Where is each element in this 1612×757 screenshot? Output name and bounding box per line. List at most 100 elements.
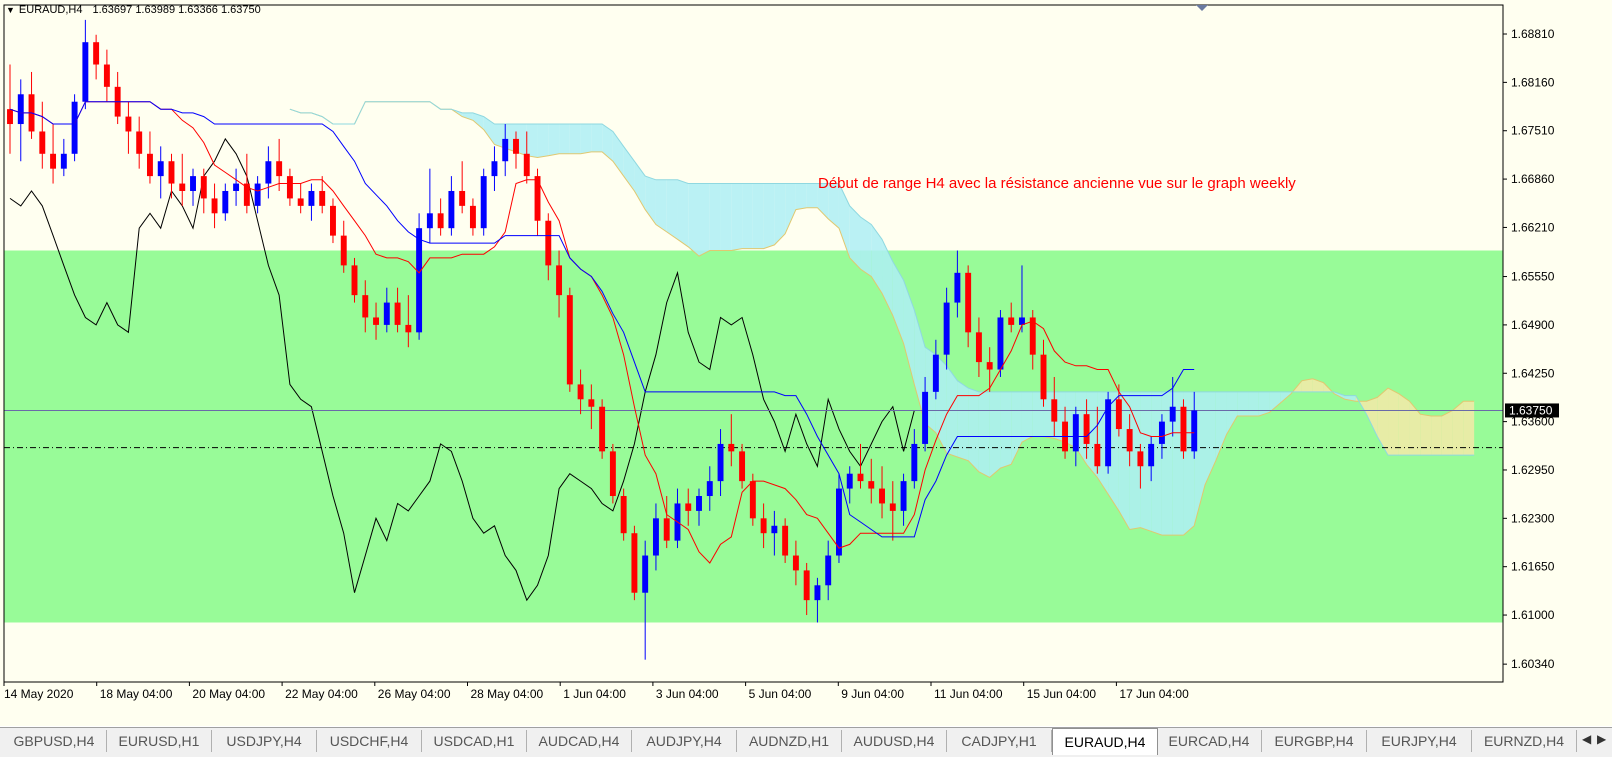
time-tick-label: 14 May 2020 [4, 687, 74, 701]
time-tick-label: 3 Jun 04:00 [656, 687, 719, 701]
candle-body [362, 295, 369, 318]
candle-body [93, 42, 100, 65]
tab-cadjpy-h1[interactable]: CADJPY,H1 [947, 730, 1052, 752]
candle-body [965, 272, 972, 333]
ohlc-quotes: 1.63697 1.63989 1.63366 1.63750 [92, 4, 261, 16]
kumo-cloud-segment [580, 124, 592, 154]
tab-eurnzd-h4[interactable]: EURNZD,H4 [1472, 730, 1577, 752]
candle-body [792, 555, 799, 571]
candle-body [717, 443, 724, 482]
candle-body [383, 302, 390, 325]
candle-body [491, 161, 498, 177]
tab-audcad-h4[interactable]: AUDCAD,H4 [527, 730, 632, 752]
time-tick-label: 28 May 04:00 [471, 687, 544, 701]
kumo-cloud-segment [1441, 410, 1453, 456]
tab-audjpy-h4[interactable]: AUDJPY,H4 [632, 730, 737, 752]
tab-eurusd-h1[interactable]: EURUSD,H1 [107, 730, 212, 752]
candle-body [642, 555, 649, 593]
kumo-cloud-segment [569, 124, 581, 154]
candle-body [556, 265, 563, 296]
candle-body [631, 533, 638, 593]
candle-body [82, 42, 89, 102]
kumo-cloud-segment [742, 183, 753, 249]
candle-body [426, 213, 433, 229]
candle-body [599, 406, 606, 452]
candle-body [986, 362, 993, 370]
time-tick-label: 26 May 04:00 [378, 687, 451, 701]
chart-window[interactable]: 1.68810 1.68160 1.67510 1.66860 1.66210 1.655… [0, 0, 1612, 726]
candle-body [416, 228, 423, 333]
tab-euraud-h4[interactable]: EURAUD,H4 [1052, 728, 1158, 755]
tab-scroll-right-icon[interactable]: ▶ [1597, 732, 1606, 746]
candle-body [1094, 443, 1101, 467]
kumo-cloud-segment [591, 124, 603, 152]
tab-eurgbp-h4[interactable]: EURGBP,H4 [1262, 730, 1367, 752]
candle-body [566, 295, 573, 385]
candle-body [265, 161, 272, 184]
candle-body [437, 213, 444, 229]
candle-body [739, 451, 746, 482]
candle-body [211, 198, 218, 214]
candle-body [190, 176, 196, 191]
chart-canvas[interactable]: 1.68810 1.68160 1.67510 1.66860 1.66210 1.655… [0, 0, 1612, 726]
candle-body [405, 324, 412, 333]
candle-body [943, 302, 950, 355]
candle-body [1158, 421, 1165, 444]
candle-body [297, 198, 304, 206]
kumo-cloud-segment [559, 124, 570, 154]
candle-body [534, 176, 541, 221]
candle-body [1191, 410, 1198, 452]
kumo-cloud-segment [462, 112, 473, 121]
tab-eurcad-h4[interactable]: EURCAD,H4 [1157, 730, 1262, 752]
tab-usdcad-h1[interactable]: USDCAD,H1 [422, 730, 527, 752]
tab-audusd-h4[interactable]: AUDUSD,H4 [842, 730, 947, 752]
time-tick-label: 5 Jun 04:00 [749, 687, 812, 701]
candle-body [889, 503, 896, 511]
candle-body [448, 190, 455, 229]
tab-usdjpy-h4[interactable]: USDJPY,H4 [212, 730, 317, 752]
kumo-cloud-segment [655, 179, 667, 232]
candle-body [609, 451, 616, 497]
kumo-cloud-segment [526, 124, 538, 158]
kumo-cloud-segment [548, 124, 560, 156]
kumo-cloud-segment [731, 183, 743, 251]
price-tick-label: 1.60340 [1511, 657, 1555, 671]
tab-scroll-left-icon[interactable]: ◀ [1582, 732, 1591, 746]
time-tick-label: 22 May 04:00 [285, 687, 358, 701]
kumo-cloud-segment [763, 183, 775, 249]
kumo-cloud-segment [1398, 393, 1410, 456]
candle-body [685, 503, 692, 511]
kumo-cloud-segment [968, 388, 979, 472]
candle-body [545, 220, 552, 266]
candle-body [1040, 354, 1047, 400]
dropdown-triangle-icon[interactable]: ▼ [6, 5, 15, 15]
annotation-tail-text: le graph weekly [1191, 175, 1296, 192]
candle-body [502, 138, 509, 162]
kumo-cloud-segment [1431, 416, 1442, 456]
chart-header: ▼ EURAUD,H4 1.63697 1.63989 1.63366 1.63… [6, 4, 261, 16]
kumo-cloud-segment [688, 183, 700, 257]
candle-body [17, 94, 24, 125]
kumo-cloud-segment [677, 179, 689, 247]
candle-body [200, 176, 207, 199]
price-tick-label: 1.64250 [1511, 366, 1555, 380]
kumo-cloud-segment [785, 183, 796, 234]
kumo-cloud-segment [1388, 388, 1399, 456]
tab-eurjpy-h4[interactable]: EURJPY,H4 [1367, 730, 1472, 752]
candle-body [1008, 317, 1015, 325]
candle-body [340, 235, 347, 266]
price-tick-label: 1.62300 [1511, 511, 1555, 525]
kumo-cloud-segment [709, 183, 721, 251]
chart-annotation: Début de range H4 avec la résistance anc… [818, 175, 1296, 192]
candle-body [103, 64, 110, 87]
tab-usdchf-h4[interactable]: USDCHF,H4 [317, 730, 422, 752]
tab-gbpusd-h4[interactable]: GBPUSD,H4 [2, 730, 107, 752]
time-tick-label: 15 Jun 04:00 [1027, 687, 1097, 701]
candle-body [663, 518, 670, 541]
tab-audnzd-h1[interactable]: AUDNZD,H1 [737, 730, 842, 752]
candle-body [706, 481, 713, 497]
candle-body [749, 481, 756, 519]
candle-body [900, 481, 907, 511]
candle-body [222, 190, 229, 214]
candle-body [825, 555, 832, 586]
